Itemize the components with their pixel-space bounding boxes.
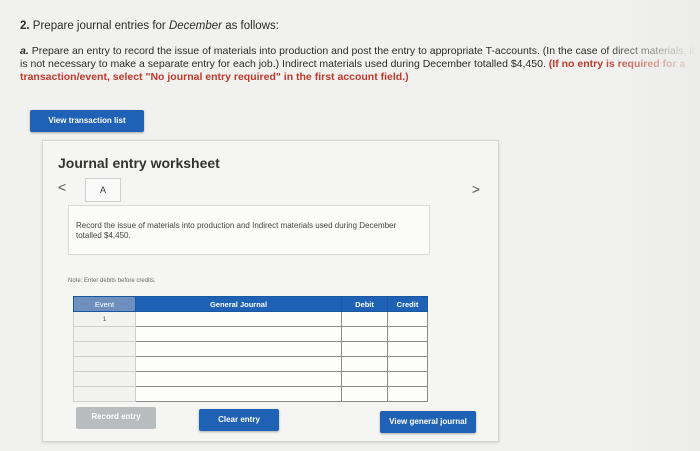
event-cell: 1 xyxy=(73,311,136,327)
account-input[interactable] xyxy=(135,371,342,387)
journal-entry-table: Event General Journal Debit Credit 1 xyxy=(73,296,428,402)
view-transaction-list-button[interactable]: View transaction list xyxy=(30,110,144,132)
account-input[interactable] xyxy=(135,386,342,402)
view-general-journal-button[interactable]: View general journal xyxy=(380,411,476,433)
debit-input[interactable] xyxy=(341,311,388,327)
table-row xyxy=(73,341,428,357)
column-header-general-journal: General Journal xyxy=(135,296,342,312)
column-header-event: Event xyxy=(73,296,136,312)
question-title-month: December xyxy=(168,20,223,32)
question-number: 2. xyxy=(20,20,30,32)
debit-input[interactable] xyxy=(341,341,388,357)
table-row xyxy=(73,386,428,402)
next-arrow-icon[interactable]: > xyxy=(472,181,480,197)
event-cell xyxy=(73,341,136,357)
account-input[interactable] xyxy=(135,341,342,357)
question-instructions: a. Prepare an entry to record the issue … xyxy=(20,45,700,84)
question-title: 2. Prepare journal entries for December … xyxy=(20,20,279,32)
column-header-credit: Credit xyxy=(387,296,428,312)
record-entry-button[interactable]: Record entry xyxy=(76,407,156,429)
credit-input[interactable] xyxy=(387,311,428,327)
credit-input[interactable] xyxy=(387,371,428,387)
debit-input[interactable] xyxy=(341,371,388,387)
event-cell xyxy=(73,371,136,387)
event-cell xyxy=(73,356,136,372)
event-cell xyxy=(73,326,136,342)
question-title-pre: Prepare journal entries for xyxy=(32,20,169,32)
table-row xyxy=(73,371,428,387)
column-header-debit: Debit xyxy=(341,296,388,312)
debit-input[interactable] xyxy=(341,326,388,342)
credit-input[interactable] xyxy=(387,356,428,372)
table-row xyxy=(73,326,428,342)
journal-entry-worksheet: Journal entry worksheet < A > Record the… xyxy=(42,140,499,442)
debit-input[interactable] xyxy=(341,386,388,402)
event-cell xyxy=(73,386,136,402)
entry-description: Record the issue of materials into produ… xyxy=(76,221,397,240)
previous-arrow-icon[interactable]: < xyxy=(58,179,66,195)
credit-input[interactable] xyxy=(387,386,428,402)
credit-input[interactable] xyxy=(387,341,428,357)
debit-credit-note: Note: Enter debits before credits. xyxy=(68,278,156,284)
clear-entry-button[interactable]: Clear entry xyxy=(199,409,279,431)
table-row xyxy=(73,356,428,372)
worksheet-title: Journal entry worksheet xyxy=(58,155,220,171)
account-input[interactable] xyxy=(135,311,342,327)
tab-a[interactable]: A xyxy=(85,178,121,202)
table-row: 1 xyxy=(73,311,428,327)
question-title-post: as follows: xyxy=(222,20,279,32)
table-header-row: Event General Journal Debit Credit xyxy=(73,296,428,312)
part-label: a. xyxy=(20,45,29,57)
account-input[interactable] xyxy=(135,326,342,342)
entry-description-box: Record the issue of materials into produ… xyxy=(68,205,430,255)
debit-input[interactable] xyxy=(341,356,388,372)
account-input[interactable] xyxy=(135,356,342,372)
credit-input[interactable] xyxy=(387,326,428,342)
